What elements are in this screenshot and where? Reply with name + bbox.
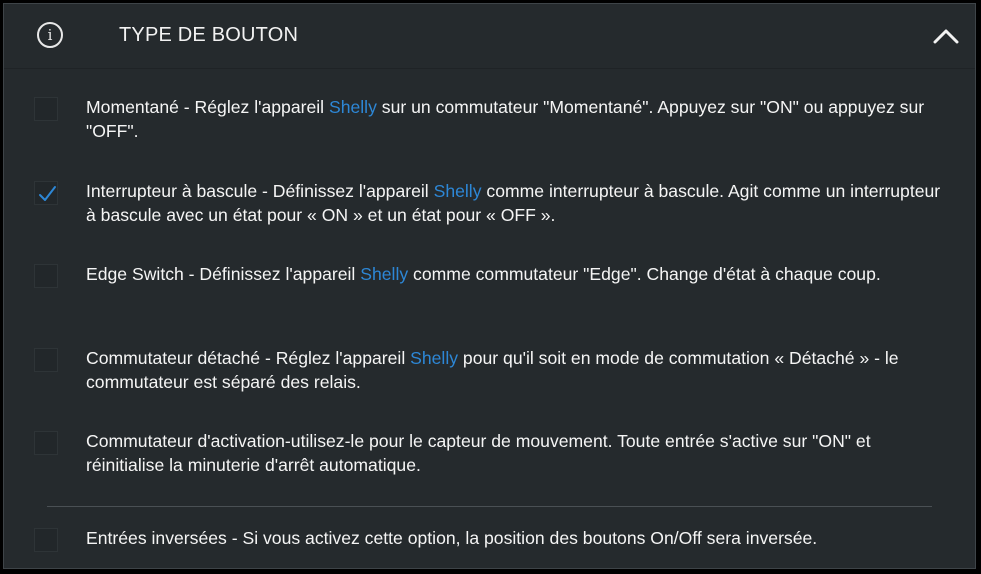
- option-label: Commutateur détaché - Réglez l'appareil …: [86, 346, 946, 394]
- option-label: Commutateur d'activation-utilisez-le pou…: [86, 429, 946, 477]
- collapse-button[interactable]: [931, 22, 961, 50]
- panel-header[interactable]: i TYPE DE BOUTON: [4, 4, 975, 69]
- option-label: Interrupteur à bascule - Définissez l'ap…: [86, 179, 946, 227]
- checkbox-detached[interactable]: [34, 348, 58, 372]
- label-text: comme commutateur "Edge". Change d'état …: [408, 264, 881, 284]
- shelly-link[interactable]: Shelly: [329, 97, 377, 117]
- checkbox-activation[interactable]: [34, 431, 58, 455]
- shelly-link[interactable]: Shelly: [410, 348, 458, 368]
- option-label: Entrées inversées - Si vous activez cett…: [86, 528, 818, 548]
- button-type-options: Momentané - Réglez l'appareil Shelly sur…: [4, 68, 975, 568]
- checkbox-inverted-inputs[interactable]: [34, 528, 58, 552]
- label-text: Commutateur détaché - Réglez l'appareil: [86, 348, 411, 368]
- checkbox-edge-switch[interactable]: [34, 264, 58, 288]
- shelly-link[interactable]: Shelly: [360, 264, 408, 284]
- label-text: Interrupteur à bascule - Définissez l'ap…: [86, 181, 434, 201]
- checkbox-momentary[interactable]: [34, 97, 58, 121]
- label-text: Edge Switch - Définissez l'appareil: [86, 264, 361, 284]
- label-text: Momentané - Réglez l'appareil: [86, 97, 329, 117]
- shelly-link[interactable]: Shelly: [434, 181, 482, 201]
- option-label: Momentané - Réglez l'appareil Shelly sur…: [86, 95, 946, 143]
- divider: [47, 506, 932, 507]
- option-label: Edge Switch - Définissez l'appareil Shel…: [86, 262, 946, 286]
- chevron-up-icon: [933, 29, 959, 44]
- checkmark-icon: [39, 186, 56, 201]
- checkbox-toggle[interactable]: [34, 181, 58, 205]
- label-text: Commutateur d'activation-utilisez-le pou…: [86, 431, 871, 475]
- panel-title: TYPE DE BOUTON: [119, 24, 299, 46]
- button-type-panel: i TYPE DE BOUTON Momentané - Réglez l'ap…: [3, 3, 976, 569]
- info-circle-icon: i: [37, 22, 63, 48]
